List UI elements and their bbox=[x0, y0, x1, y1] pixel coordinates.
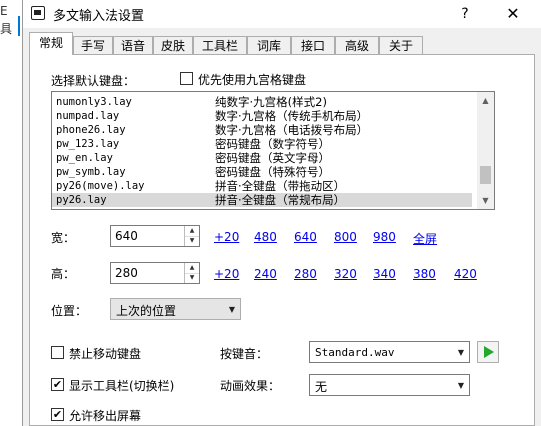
width-preset-480[interactable]: 480 bbox=[254, 230, 277, 244]
keyboard-file: numpad.lay bbox=[56, 110, 120, 122]
keyboard-file: numonly3.lay bbox=[56, 96, 132, 108]
animation-value: 无 bbox=[315, 380, 328, 394]
list-item[interactable]: pw_en.lay 密码键盘（英文字母） bbox=[52, 151, 472, 165]
play-icon bbox=[484, 346, 494, 358]
prefer-nine-grid-label: 优先使用九宫格键盘 bbox=[198, 73, 307, 87]
keyboard-list[interactable]: numonly3.lay 纯数字·九宫格(样式2) numpad.lay 数字·九宫… bbox=[51, 91, 495, 210]
height-preset-340[interactable]: 340 bbox=[373, 267, 396, 281]
list-item[interactable]: pw_symb.lay 密码键盘（特殊符号） bbox=[52, 165, 472, 179]
scroll-up-icon[interactable]: ▲ bbox=[477, 92, 494, 109]
keyboard-description: 数字·九宫格（电话拨号布局） bbox=[215, 123, 369, 137]
position-dropdown[interactable]: 上次的位置 ▼ bbox=[110, 298, 241, 320]
height-value: 280 bbox=[115, 266, 138, 280]
width-value: 640 bbox=[115, 229, 138, 243]
background-text-cursor bbox=[18, 16, 20, 36]
chevron-down-icon: ▼ bbox=[457, 381, 464, 390]
tab-interface[interactable]: 接口 bbox=[291, 36, 335, 54]
height-preset-380[interactable]: 380 bbox=[413, 267, 436, 281]
tab-general[interactable]: 常规 bbox=[29, 32, 73, 55]
keyboard-file: phone26.lay bbox=[56, 124, 126, 136]
no-move-keyboard-label: 禁止移动键盘 bbox=[69, 347, 142, 361]
height-preset-420[interactable]: 420 bbox=[454, 267, 477, 281]
width-preset-980[interactable]: 980 bbox=[373, 230, 396, 244]
list-scrollbar[interactable]: ▲ ▼ bbox=[477, 92, 494, 209]
list-item[interactable]: phone26.lay 数字·九宫格（电话拨号布局） bbox=[52, 123, 472, 137]
general-tab-panel: 选择默认键盘： 优先使用九宫格键盘 numonly3.lay 纯数字·九宫格(样式… bbox=[29, 54, 535, 426]
play-sound-button[interactable] bbox=[477, 341, 499, 363]
width-label: 宽： bbox=[51, 231, 76, 245]
chevron-down-icon: ▼ bbox=[228, 305, 235, 314]
position-value: 上次的位置 bbox=[116, 304, 177, 318]
help-button[interactable]: ? bbox=[451, 0, 479, 28]
height-preset-240[interactable]: 240 bbox=[254, 267, 277, 281]
tab-about[interactable]: 关于 bbox=[379, 36, 423, 54]
key-sound-value: Standard.wav bbox=[315, 346, 395, 359]
position-label: 位置： bbox=[51, 304, 88, 318]
animation-label: 动画效果： bbox=[220, 379, 281, 393]
app-icon bbox=[31, 6, 45, 20]
tab-handwriting[interactable]: 手写 bbox=[73, 36, 113, 54]
animation-dropdown[interactable]: 无 ▼ bbox=[309, 374, 470, 396]
keyboard-description: 密码键盘（英文字母） bbox=[215, 151, 330, 165]
background-text: E bbox=[0, 4, 8, 18]
width-preset-800[interactable]: 800 bbox=[334, 230, 357, 244]
keyboard-description: 拼音·全键盘（带拖动区） bbox=[215, 179, 346, 193]
width-preset-640[interactable]: 640 bbox=[294, 230, 317, 244]
show-toolbar-label: 显示工具栏(切换栏) bbox=[69, 379, 175, 393]
keyboard-description: 密码键盘（特殊符号） bbox=[215, 165, 330, 179]
keyboard-file: pw_123.lay bbox=[56, 138, 120, 150]
tab-toolbar[interactable]: 工具栏 bbox=[193, 36, 247, 54]
keyboard-file: pw_en.lay bbox=[56, 152, 113, 164]
height-preset-320[interactable]: 320 bbox=[334, 267, 357, 281]
show-toolbar-checkbox[interactable]: ✔ bbox=[51, 378, 64, 391]
background-text: 具 bbox=[0, 22, 13, 36]
background-window: E 具 bbox=[0, 0, 22, 426]
no-move-keyboard-checkbox[interactable] bbox=[51, 346, 64, 359]
list-item[interactable]: pw_123.lay 密码键盘（数字符号） bbox=[52, 137, 472, 151]
scroll-thumb[interactable] bbox=[480, 166, 491, 184]
tab-dictionary[interactable]: 词库 bbox=[247, 36, 291, 54]
settings-dialog: 多文输入法设置 ? ✕ 常规 手写 语音 皮肤 工具栏 词库 接口 高级 关于 … bbox=[22, 0, 541, 426]
list-item-selected[interactable]: py26.lay 拼音·全键盘（常规布局） bbox=[52, 193, 472, 207]
list-item[interactable]: py26(move).lay 拼音·全键盘（带拖动区） bbox=[52, 179, 472, 193]
key-sound-label: 按键音： bbox=[220, 347, 269, 361]
keyboard-description: 数字·九宫格（传统手机布局） bbox=[215, 109, 369, 123]
height-label: 高： bbox=[51, 267, 76, 281]
close-button[interactable]: ✕ bbox=[495, 0, 531, 28]
list-item[interactable]: numonly3.lay 纯数字·九宫格(样式2) bbox=[52, 95, 472, 109]
width-preset-fullscreen[interactable]: 全屏 bbox=[413, 230, 437, 247]
width-preset-plus20[interactable]: +20 bbox=[214, 230, 239, 244]
keyboard-file: py26(move).lay bbox=[56, 180, 145, 192]
keyboard-description: 拼音·全键盘（常规布局） bbox=[215, 193, 346, 207]
height-preset-280[interactable]: 280 bbox=[294, 267, 317, 281]
height-preset-plus20[interactable]: +20 bbox=[214, 267, 239, 281]
keyboard-description: 纯数字·九宫格(样式2) bbox=[215, 95, 327, 109]
tab-advanced[interactable]: 高级 bbox=[335, 36, 379, 54]
scroll-down-icon[interactable]: ▼ bbox=[477, 192, 494, 209]
allow-offscreen-label: 允许移出屏幕 bbox=[69, 409, 142, 423]
keyboard-file: py26.lay bbox=[56, 194, 107, 206]
keyboard-description: 密码键盘（数字符号） bbox=[215, 137, 330, 151]
keyboard-file: pw_symb.lay bbox=[56, 166, 126, 178]
spin-down-icon[interactable]: ▼ bbox=[185, 236, 199, 246]
list-item[interactable]: numpad.lay 数字·九宫格（传统手机布局） bbox=[52, 109, 472, 123]
chevron-down-icon: ▼ bbox=[457, 348, 464, 357]
key-sound-dropdown[interactable]: Standard.wav ▼ bbox=[309, 341, 470, 363]
default-keyboard-label: 选择默认键盘： bbox=[51, 74, 136, 88]
title-bar: 多文输入法设置 ? ✕ bbox=[23, 0, 541, 28]
tab-skin[interactable]: 皮肤 bbox=[153, 36, 193, 54]
height-spinbox[interactable]: 280 ▲ ▼ bbox=[110, 262, 200, 284]
window-title: 多文输入法设置 bbox=[53, 9, 145, 24]
spin-down-icon[interactable]: ▼ bbox=[185, 273, 199, 283]
tab-voice[interactable]: 语音 bbox=[113, 36, 153, 54]
prefer-nine-grid-checkbox[interactable] bbox=[180, 72, 193, 85]
width-spinbox[interactable]: 640 ▲ ▼ bbox=[110, 225, 200, 247]
allow-offscreen-checkbox[interactable]: ✔ bbox=[51, 408, 64, 421]
